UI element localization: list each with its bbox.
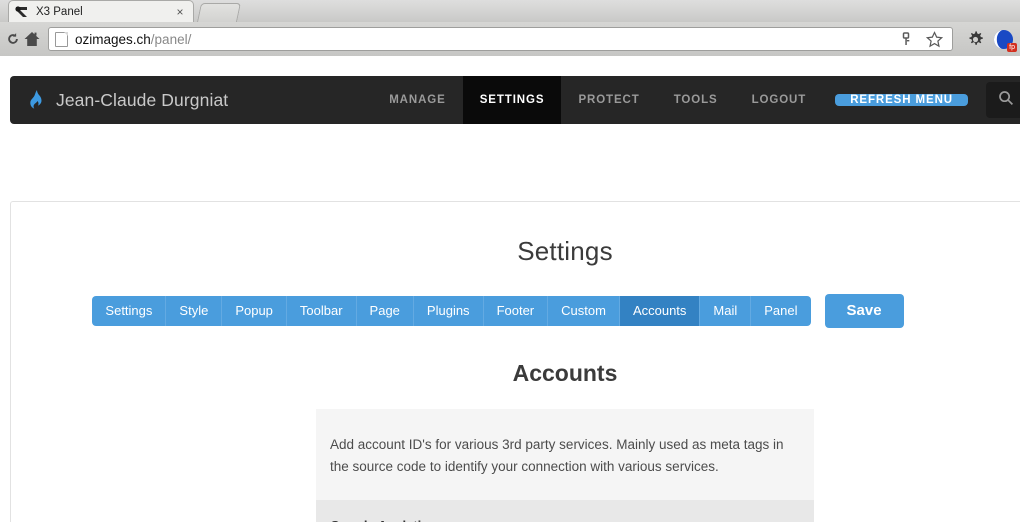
tab-style[interactable]: Style: [166, 296, 223, 326]
star-icon[interactable]: [922, 27, 946, 51]
brand-link[interactable]: Jean-Claude Durgniat: [10, 76, 228, 124]
tab-toolbar[interactable]: Toolbar: [286, 296, 357, 326]
brand-title: Jean-Claude Durgniat: [56, 89, 229, 110]
tab-custom[interactable]: Custom: [548, 296, 620, 326]
nav-item-protect[interactable]: PROTECT: [561, 76, 656, 124]
tab-accounts[interactable]: Accounts: [619, 296, 701, 326]
browser-extension-icons: fp: [957, 27, 1017, 52]
url-path: /panel/: [150, 31, 192, 47]
close-icon[interactable]: ×: [173, 6, 187, 18]
gear-icon[interactable]: [963, 27, 987, 51]
nav-item-manage[interactable]: MANAGE: [372, 76, 463, 124]
tab-plugins[interactable]: Plugins: [413, 296, 484, 326]
page-icon: [55, 31, 68, 47]
settings-tabs-row: Settings Style Popup Toolbar Page Plugin…: [11, 294, 1020, 328]
url-text: ozimages.ch/panel/: [75, 32, 191, 47]
extension-icon[interactable]: fp: [992, 28, 1017, 52]
tab-footer[interactable]: Footer: [483, 296, 549, 326]
google-analytics-label: Google Analytics: [330, 518, 800, 522]
search-icon: [998, 90, 1014, 111]
app-navbar: Jean-Claude Durgniat MANAGE SETTINGS PRO…: [10, 76, 1020, 124]
home-icon[interactable]: [20, 27, 44, 51]
address-bar[interactable]: ozimages.ch/panel/: [48, 27, 953, 51]
nav-item-logout[interactable]: LOGOUT: [735, 76, 824, 124]
tab-popup[interactable]: Popup: [222, 296, 287, 326]
content-card: Settings Settings Style Popup Toolbar Pa…: [10, 201, 1020, 522]
settings-tab-group: Settings Style Popup Toolbar Page Plugin…: [92, 296, 811, 326]
new-tab-button[interactable]: [196, 3, 242, 22]
key-icon[interactable]: [894, 27, 918, 51]
browser-tab[interactable]: X3 Panel ×: [8, 0, 194, 22]
url-host: ozimages.ch: [75, 31, 151, 47]
nav-item-settings[interactable]: SETTINGS: [462, 76, 562, 124]
section-title: Accounts: [512, 360, 618, 386]
google-analytics-field-group: Google Analytics UA-3 0-1: [316, 500, 814, 522]
nav-item-tools[interactable]: TOOLS: [657, 76, 735, 124]
search-input[interactable]: Search: [986, 82, 1020, 118]
reload-icon[interactable]: [6, 27, 20, 51]
site-favicon-icon: [15, 5, 31, 19]
tab-panel[interactable]: Panel: [751, 296, 811, 326]
extension-badge: fp: [1007, 43, 1017, 52]
tab-page[interactable]: Page: [356, 296, 414, 326]
browser-tabstrip: X3 Panel ×: [0, 0, 1020, 22]
page-body: Jean-Claude Durgniat MANAGE SETTINGS PRO…: [0, 56, 1020, 522]
accounts-settings-panel: Add account ID's for various 3rd party s…: [316, 409, 814, 522]
browser-chrome: X3 Panel × ozimages.ch/panel/ fp: [0, 0, 1020, 56]
flame-icon: [28, 89, 45, 111]
refresh-menu-button[interactable]: REFRESH MENU: [835, 94, 968, 106]
navbar-links: MANAGE SETTINGS PROTECT TOOLS LOGOUT: [372, 76, 823, 124]
tab-settings[interactable]: Settings: [92, 296, 167, 326]
browser-tab-title: X3 Panel: [36, 5, 83, 18]
save-button[interactable]: Save: [824, 294, 904, 328]
panel-description: Add account ID's for various 3rd party s…: [330, 437, 784, 474]
browser-toolbar: ozimages.ch/panel/ fp: [0, 22, 1020, 56]
tab-mail[interactable]: Mail: [700, 296, 752, 326]
page-title: Settings: [517, 236, 613, 266]
